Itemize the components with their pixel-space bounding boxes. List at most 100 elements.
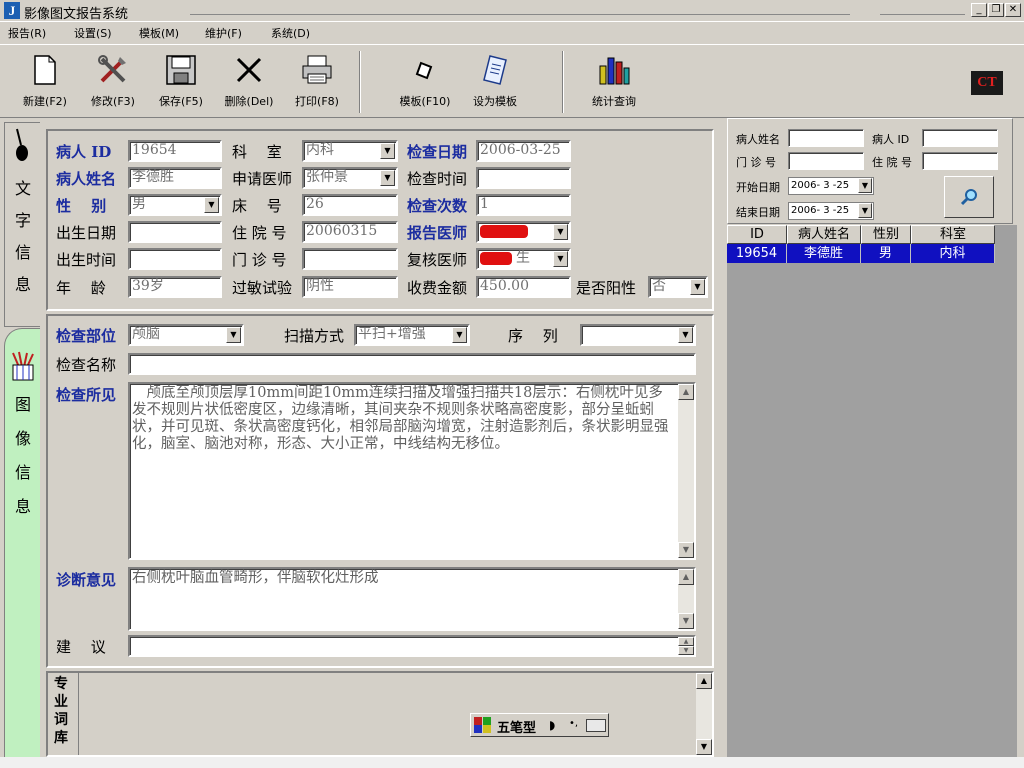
- scroll-up-icon[interactable]: ▲: [678, 569, 694, 585]
- advice-field[interactable]: ▲ ▼: [128, 635, 696, 657]
- minimize-icon[interactable]: _: [971, 3, 987, 17]
- grid-header-dept[interactable]: 科室: [911, 225, 995, 244]
- advice-scrollbar[interactable]: ▲ ▼: [678, 637, 694, 655]
- chevron-down-icon[interactable]: ▼: [380, 143, 395, 159]
- grid-header-name[interactable]: 病人姓名: [787, 225, 861, 244]
- stats-button[interactable]: 统计查询: [584, 53, 644, 115]
- scroll-up-icon[interactable]: ▲: [696, 673, 712, 689]
- ime-toolbar: 五笔型 ◗ •,: [470, 713, 609, 737]
- scroll-up-icon[interactable]: ▲: [678, 384, 694, 400]
- findings-textarea[interactable]: 颅底至颅顶层厚10mm间距10mm连续扫描及增强扫描共18层示：右侧枕叶见多发不…: [128, 382, 696, 560]
- restore-icon[interactable]: ❐: [988, 3, 1004, 17]
- chevron-down-icon[interactable]: ▼: [204, 197, 219, 213]
- end-date-picker[interactable]: 2006- 3 -25 ▼: [788, 202, 874, 220]
- exam-name-field[interactable]: [128, 353, 696, 375]
- lexicon-list[interactable]: ▲ ▼: [78, 673, 712, 755]
- table-row-cell[interactable]: 李德胜: [787, 244, 861, 263]
- birth-date-field[interactable]: [128, 221, 222, 243]
- tools-icon: [96, 53, 130, 87]
- scroll-down-icon[interactable]: ▼: [678, 542, 694, 558]
- search-inpatient-label: 住 院 号: [872, 156, 912, 169]
- search-outpatient-input[interactable]: [788, 152, 864, 170]
- sex-select[interactable]: 男 ▼: [128, 194, 222, 216]
- chevron-down-icon[interactable]: ▼: [690, 279, 705, 295]
- outpatient-no-field[interactable]: [302, 248, 398, 270]
- floppy-disk-icon: [164, 53, 198, 87]
- patient-name-field[interactable]: 李德胜: [128, 167, 222, 189]
- chevron-down-icon[interactable]: ▼: [380, 170, 395, 186]
- chevron-down-icon[interactable]: ▼: [553, 251, 568, 267]
- template-button[interactable]: 模板(F10): [392, 53, 458, 115]
- ime-logo-icon[interactable]: [474, 717, 491, 733]
- findings-scrollbar[interactable]: ▲ ▼: [678, 384, 694, 558]
- exam-time-field[interactable]: [476, 167, 571, 189]
- birth-time-field[interactable]: [128, 248, 222, 270]
- grid-header-id[interactable]: ID: [727, 225, 787, 244]
- punctuation-icon[interactable]: •,: [569, 718, 578, 729]
- tab-image-info[interactable]: 图 像 信 息: [4, 328, 40, 758]
- search-button[interactable]: [944, 176, 994, 218]
- table-row-cell[interactable]: 男: [861, 244, 911, 263]
- exam-part-select[interactable]: 颅脑 ▼: [128, 324, 244, 346]
- spin-up-icon[interactable]: ▲: [678, 637, 694, 646]
- menu-system[interactable]: 系统(D): [271, 25, 310, 41]
- age-field[interactable]: 39岁: [128, 276, 222, 298]
- lexicon-scrollbar[interactable]: ▲ ▼: [696, 673, 712, 755]
- patient-id-field[interactable]: 19654: [128, 140, 222, 162]
- exam-time-label: 检查时间: [407, 170, 468, 188]
- spin-down-icon[interactable]: ▼: [678, 646, 694, 655]
- chevron-down-icon[interactable]: ▼: [452, 327, 467, 343]
- review-doctor-select[interactable]: 生 ▼: [476, 248, 571, 270]
- scroll-down-icon[interactable]: ▼: [696, 739, 712, 755]
- new-button[interactable]: 新建(F2): [14, 53, 76, 115]
- search-outpatient-label: 门 诊 号: [736, 156, 776, 169]
- chevron-down-icon[interactable]: ▼: [858, 178, 872, 193]
- bed-label: 床 号: [232, 197, 282, 215]
- tab-image-char: 息: [14, 497, 31, 516]
- template-label: 模板(F10): [399, 95, 451, 108]
- delete-button[interactable]: 删除(Del): [216, 53, 282, 115]
- chevron-down-icon[interactable]: ▼: [226, 327, 241, 343]
- sequence-select[interactable]: ▼: [580, 324, 696, 346]
- menu-report[interactable]: 报告(R): [8, 25, 46, 41]
- exam-date-field[interactable]: 2006-03-25: [476, 140, 571, 162]
- menu-template[interactable]: 模板(M): [139, 25, 179, 41]
- chevron-down-icon[interactable]: ▼: [553, 224, 568, 240]
- table-row-cell[interactable]: 内科: [911, 244, 995, 263]
- tab-text-char: 信: [14, 243, 31, 262]
- menu-maintain[interactable]: 维护(F): [205, 25, 242, 41]
- bar-chart-icon: [597, 53, 631, 87]
- save-button[interactable]: 保存(F5): [150, 53, 212, 115]
- search-id-input[interactable]: [922, 129, 998, 147]
- set-template-button[interactable]: 设为模板: [464, 53, 526, 115]
- scroll-down-icon[interactable]: ▼: [678, 613, 694, 629]
- allergy-test-field[interactable]: 阴性: [302, 276, 398, 298]
- inpatient-no-field[interactable]: 20060315: [302, 221, 398, 243]
- print-button[interactable]: 打印(F8): [286, 53, 348, 115]
- bed-field[interactable]: 26: [302, 194, 398, 216]
- edit-button[interactable]: 修改(F3): [82, 53, 144, 115]
- menu-settings[interactable]: 设置(S): [74, 25, 112, 41]
- diagnosis-textarea[interactable]: 右侧枕叶脑血管畸形，伴脑软化灶形成 ▲ ▼: [128, 567, 696, 631]
- chevron-down-icon[interactable]: ▼: [858, 203, 872, 218]
- close-icon[interactable]: ✕: [1005, 3, 1021, 17]
- search-name-input[interactable]: [788, 129, 864, 147]
- tab-text-info[interactable]: 文 字 信 息: [4, 122, 40, 327]
- positive-select[interactable]: 否 ▼: [648, 276, 708, 298]
- request-doctor-select[interactable]: 张仲景 ▼: [302, 167, 398, 189]
- start-date-picker[interactable]: 2006- 3 -25 ▼: [788, 177, 874, 195]
- scan-mode-select[interactable]: 平扫+增强 ▼: [354, 324, 470, 346]
- fee-field[interactable]: 450.00: [476, 276, 571, 298]
- department-select[interactable]: 内科 ▼: [302, 140, 398, 162]
- keyboard-icon[interactable]: [586, 719, 606, 732]
- grid-header-sex[interactable]: 性别: [861, 225, 911, 244]
- table-row-cell[interactable]: 19654: [727, 244, 787, 263]
- chevron-down-icon[interactable]: ▼: [678, 327, 693, 343]
- ime-mode[interactable]: 五笔型: [497, 717, 536, 736]
- exam-count-field[interactable]: 1: [476, 194, 571, 216]
- search-inpatient-input[interactable]: [922, 152, 998, 170]
- diagnosis-scrollbar[interactable]: ▲ ▼: [678, 569, 694, 629]
- tab-text-char: 文: [14, 179, 31, 198]
- report-doctor-select[interactable]: ▼: [476, 221, 571, 243]
- half-width-icon[interactable]: ◗: [549, 718, 555, 732]
